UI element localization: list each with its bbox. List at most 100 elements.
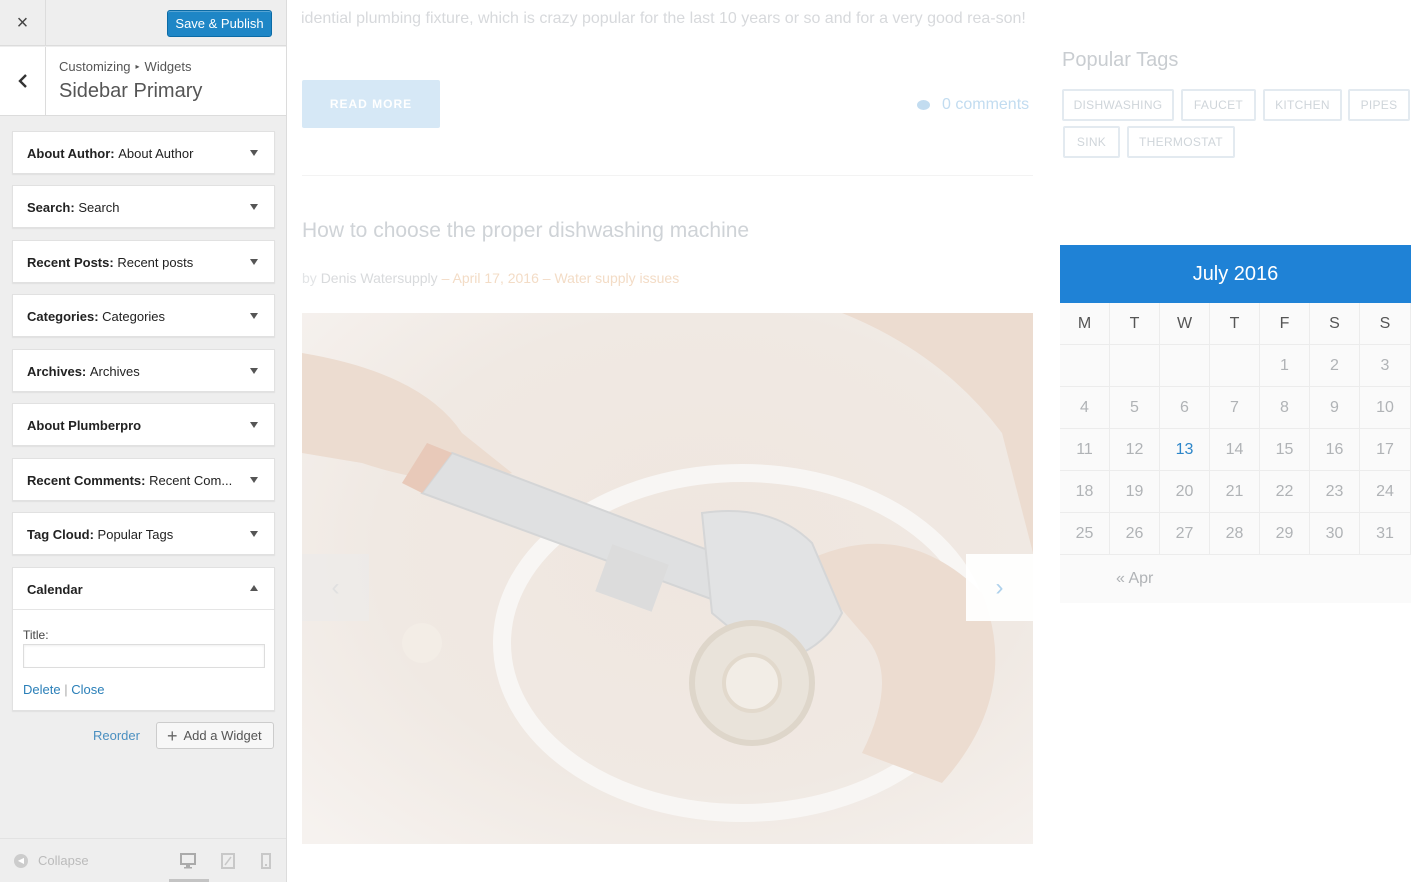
calendar-day: 9 [1310, 387, 1360, 429]
save-publish-button[interactable]: Save & Publish [167, 10, 272, 37]
customizer-footer: ◀ Collapse [0, 838, 286, 882]
widget-title: Popular Tags [97, 527, 174, 542]
tag-link[interactable]: DISHWASHING [1062, 89, 1174, 121]
mobile-preview-icon[interactable] [261, 853, 271, 869]
widget-about-author[interactable]: About Author: About Author [12, 131, 275, 174]
add-widget-button[interactable]: + Add a Widget [156, 722, 274, 749]
post-title[interactable]: How to choose the proper dishwashing mac… [302, 219, 749, 243]
post-meta: by Denis Watersupply – April 17, 2016 – … [302, 270, 679, 286]
calendar-month: July 2016 [1060, 245, 1411, 303]
tag-link[interactable]: PIPES [1348, 89, 1410, 121]
calendar-day: 13 [1160, 429, 1210, 471]
slider-prev-button[interactable]: ‹ [302, 554, 369, 621]
widget-categories[interactable]: Categories: Categories [12, 294, 275, 337]
widget-type: About Author [27, 146, 111, 161]
calendar-day: 26 [1110, 513, 1160, 555]
caret-down-icon [250, 368, 258, 374]
calendar-empty-cell [1210, 345, 1260, 387]
caret-down-icon [250, 150, 258, 156]
calendar-day: 25 [1060, 513, 1110, 555]
tablet-preview-icon[interactable] [221, 853, 235, 869]
caret-down-icon [250, 313, 258, 319]
widget-recent-comments[interactable]: Recent Comments: Recent Com... [12, 458, 275, 501]
calendar-weekday: T [1110, 303, 1160, 345]
widget-type: About Plumberpro [27, 418, 142, 433]
back-button[interactable] [0, 47, 46, 115]
caret-up-icon [250, 585, 258, 591]
caret-down-icon [250, 477, 258, 483]
calendar-day: 7 [1210, 387, 1260, 429]
calendar-day: 14 [1210, 429, 1260, 471]
calendar-widget: July 2016 M T W T F S S 1 2 3 4 5 6 7 8 9 10 11 12 13 14 15 16… [1060, 245, 1411, 603]
caret-down-icon [250, 422, 258, 428]
widget-about-plumberpro[interactable]: About Plumberpro [12, 403, 275, 446]
tag-link[interactable]: KITCHEN [1263, 89, 1342, 121]
read-more-button[interactable]: READ MORE [302, 80, 440, 128]
widget-calendar-expanded: Calendar Title: Delete | Close [12, 567, 275, 711]
reorder-link[interactable]: Reorder [93, 728, 140, 743]
widget-title: Recent Com... [149, 473, 233, 488]
calendar-day: 28 [1210, 513, 1260, 555]
calendar-day: 19 [1110, 471, 1160, 513]
calendar-day: 24 [1360, 471, 1411, 513]
widget-title: Archives [89, 364, 140, 379]
calendar-day: 27 [1160, 513, 1210, 555]
calendar-empty-cell [1060, 345, 1110, 387]
collapse-button[interactable]: ◀ Collapse [14, 853, 89, 868]
delete-widget-link[interactable]: Delete [23, 682, 61, 697]
meta-author[interactable]: Denis Watersupply [321, 270, 438, 286]
calendar-prev-month-link[interactable]: « Apr [1116, 570, 1153, 588]
calendar-weekday: T [1210, 303, 1260, 345]
post-excerpt: idential plumbing fixture, which is craz… [301, 10, 1026, 27]
meta-date[interactable]: April 17, 2016 [452, 270, 538, 286]
calendar-day: 29 [1260, 513, 1310, 555]
calendar-day: 8 [1260, 387, 1310, 429]
calendar-day: 11 [1060, 429, 1110, 471]
tag-link[interactable]: SINK [1063, 126, 1120, 158]
meta-dash: – [441, 270, 450, 286]
breadcrumb: Customizing ▸ Widgets [59, 59, 192, 74]
tag-link[interactable]: THERMOSTAT [1127, 126, 1235, 158]
calendar-day: 18 [1060, 471, 1110, 513]
calendar-empty-cell [1160, 345, 1210, 387]
close-icon: × [16, 11, 29, 34]
post-divider [302, 175, 1033, 176]
customizer-panel: × Save & Publish Customizing ▸ Widgets Sid… [0, 0, 287, 882]
breadcrumb-separator-icon: ▸ [135, 62, 140, 71]
widget-type: Archives [27, 364, 82, 379]
add-widget-label: Add a Widget [183, 728, 262, 743]
calendar-day: 20 [1160, 471, 1210, 513]
widget-title: Categories [102, 309, 166, 324]
action-separator: | [64, 682, 68, 697]
meta-category[interactable]: Water supply issues [554, 270, 679, 286]
desktop-preview-icon[interactable] [180, 853, 196, 869]
plus-icon: + [167, 725, 178, 746]
chevron-left-icon [17, 74, 27, 88]
comment-icon [917, 100, 930, 110]
calendar-empty-cell [1110, 345, 1160, 387]
slider-next-button[interactable]: › [966, 554, 1033, 621]
widget-tag-cloud[interactable]: Tag Cloud: Popular Tags [12, 512, 275, 555]
widget-archives[interactable]: Archives: Archives [12, 349, 275, 392]
customizer-header: × Save & Publish [0, 0, 286, 46]
widget-title: About Author [118, 146, 194, 161]
calendar-day: 3 [1360, 345, 1411, 387]
title-field-label: Title: [23, 628, 49, 642]
popular-tags-title: Popular Tags [1062, 49, 1179, 71]
widget-calendar-header[interactable]: Calendar [13, 568, 274, 610]
calendar-day: 2 [1310, 345, 1360, 387]
widget-type: Recent Comments [27, 473, 142, 488]
comments-link[interactable]: 0 comments [917, 96, 1029, 114]
widget-search[interactable]: Search: Search [12, 185, 275, 228]
collapse-label: Collapse [38, 853, 89, 868]
section-header: Customizing ▸ Widgets Sidebar Primary [0, 47, 286, 116]
widget-recent-posts[interactable]: Recent Posts: Recent posts [12, 240, 275, 283]
breadcrumb-leaf: Widgets [144, 59, 192, 74]
title-field[interactable] [23, 644, 265, 668]
close-customizer-button[interactable]: × [0, 0, 46, 46]
calendar-day: 17 [1360, 429, 1411, 471]
close-widget-link[interactable]: Close [71, 682, 104, 697]
tag-link[interactable]: FAUCET [1181, 89, 1256, 121]
widget-actions: Delete | Close [23, 682, 104, 697]
calendar-day: 1 [1260, 345, 1310, 387]
